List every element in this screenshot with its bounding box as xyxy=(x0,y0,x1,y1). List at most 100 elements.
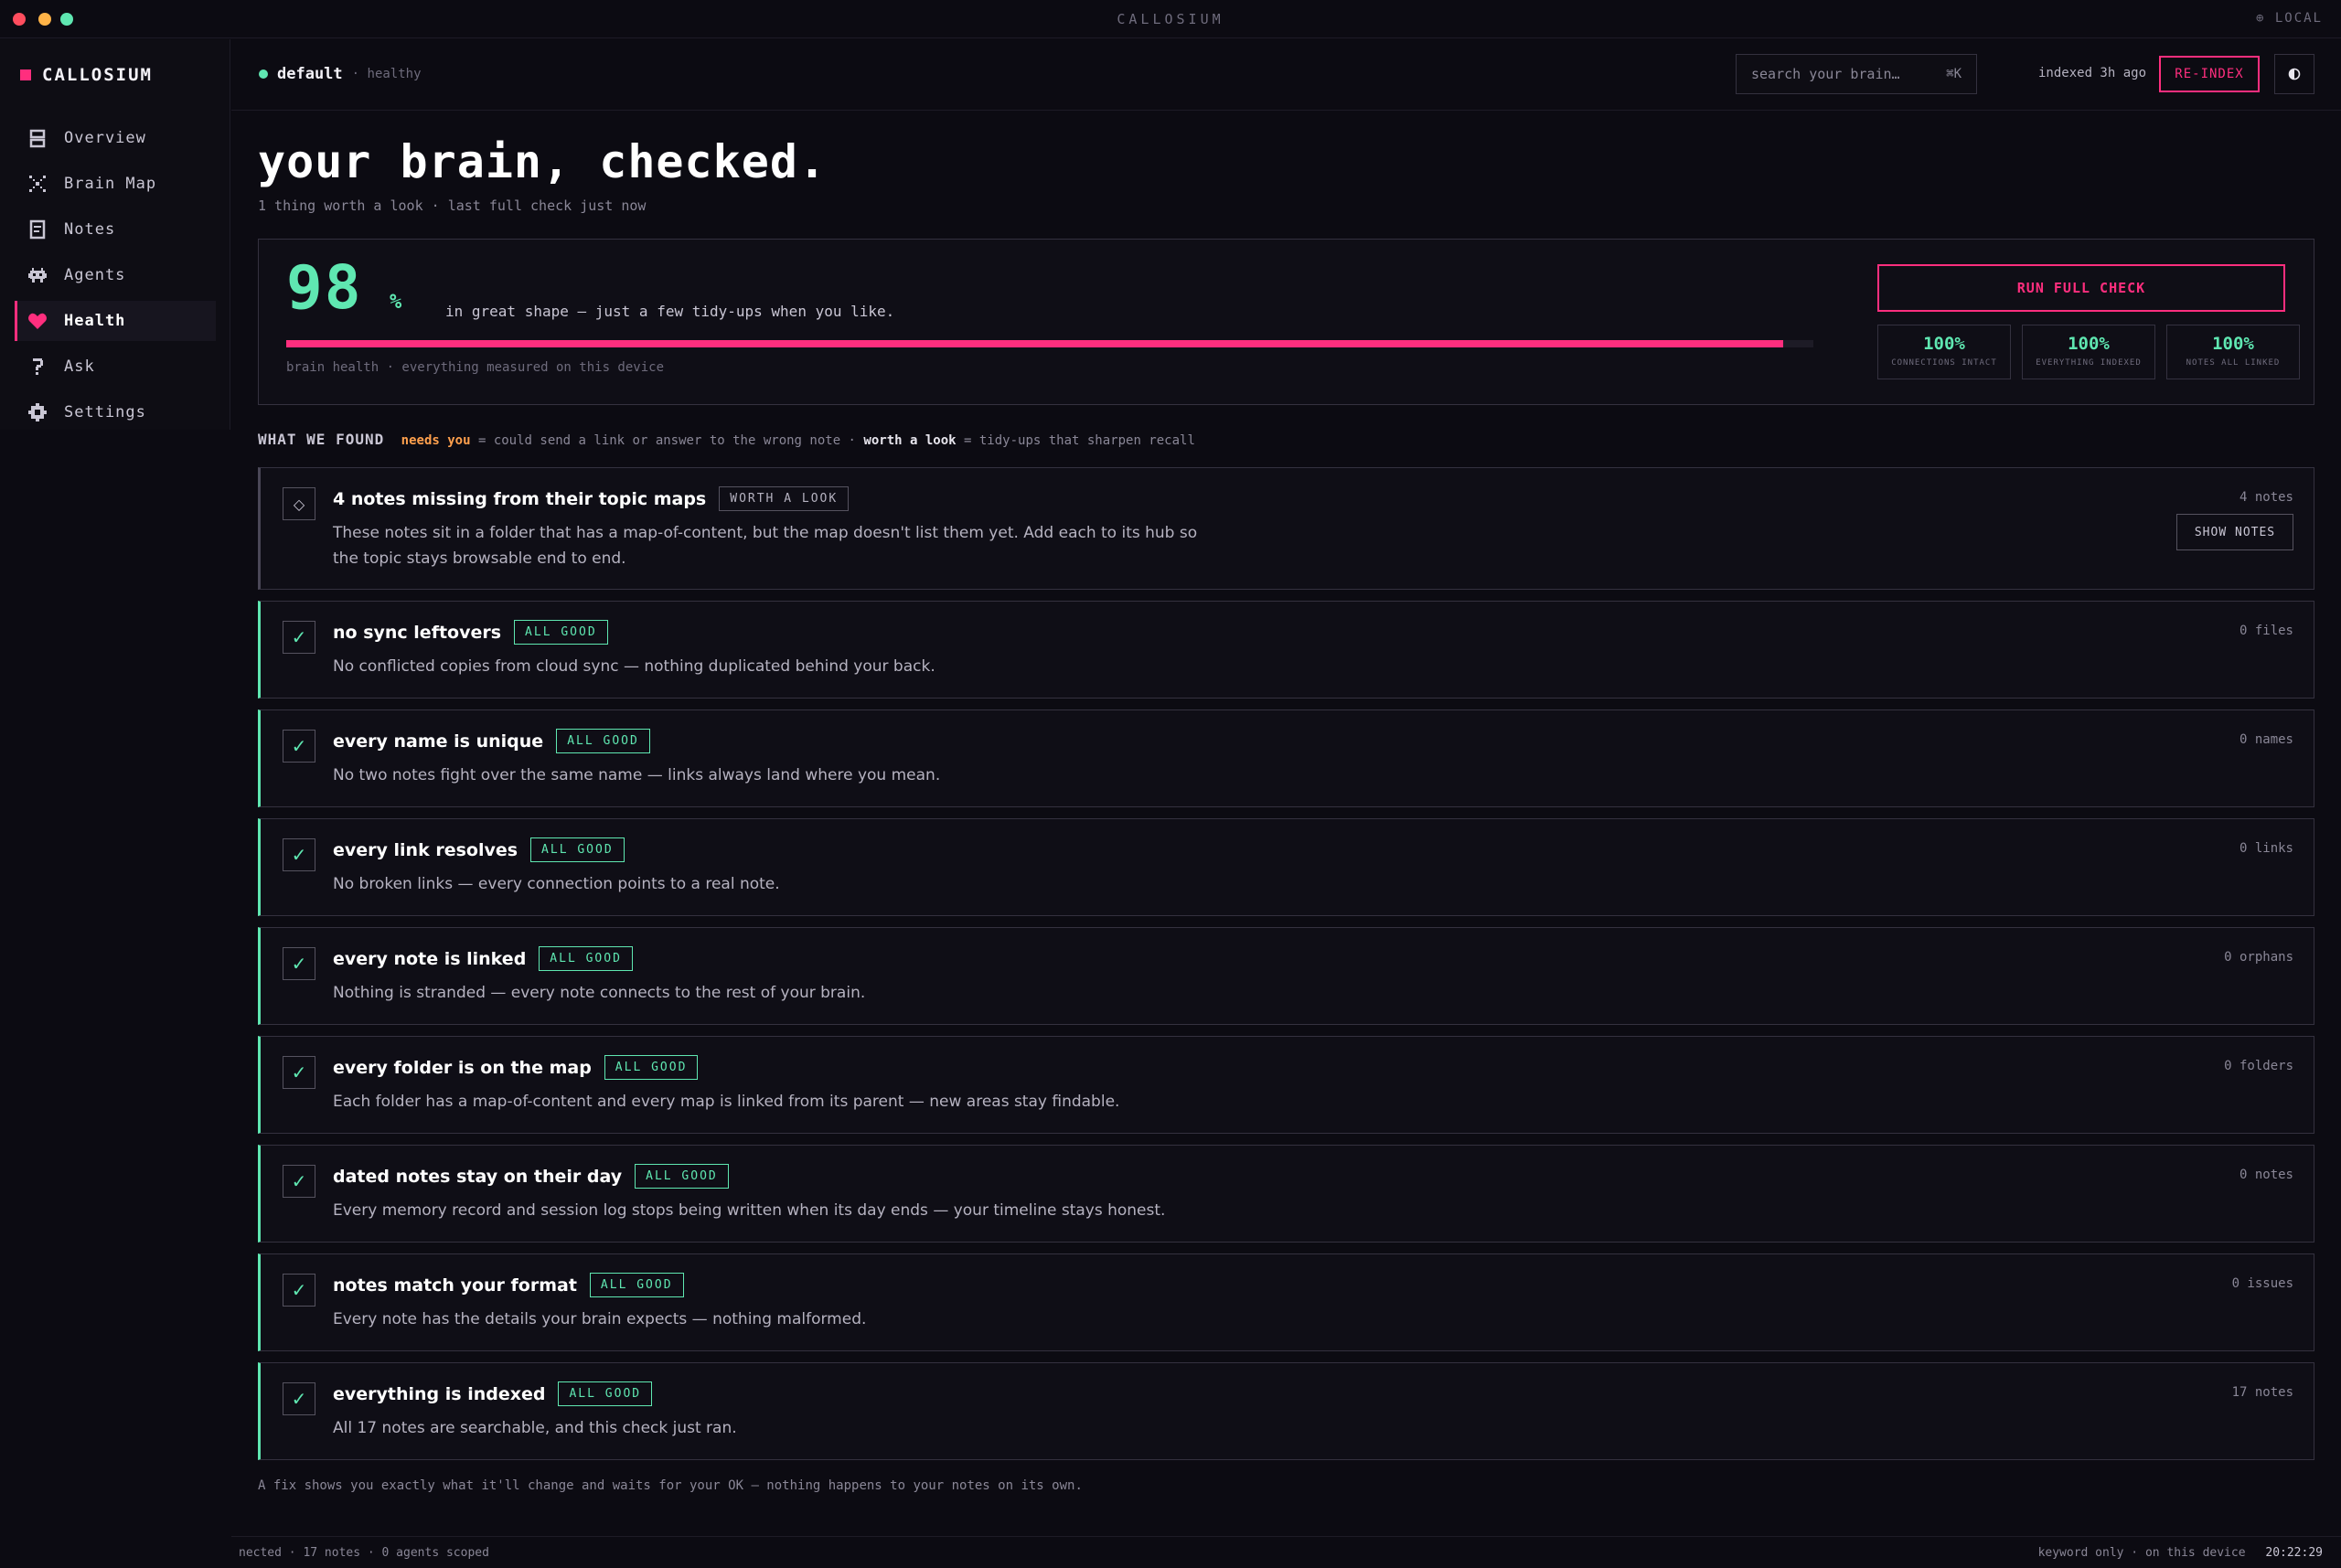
status-badge: ALL GOOD xyxy=(558,1381,653,1406)
legend-needs-desc: = could send a link or answer to the wro… xyxy=(477,433,856,448)
sidebar-item-label: Overview xyxy=(64,129,146,147)
status-badge: ALL GOOD xyxy=(604,1055,699,1080)
check-card-sync: ✓ no sync leftovers ALL GOOD No conflict… xyxy=(258,601,2314,699)
check-description: No two notes fight over the same name — … xyxy=(333,766,941,784)
check-count: 0 notes xyxy=(2239,1168,2293,1182)
check-count: 0 links xyxy=(2239,841,2293,856)
sidebar-item-label: Ask xyxy=(64,357,95,376)
health-progress-bar xyxy=(286,340,1813,347)
stat-indexed: 100% EVERYTHING INDEXED xyxy=(2022,325,2155,379)
status-badge: ALL GOOD xyxy=(539,946,633,971)
check-count: 17 notes xyxy=(2231,1385,2293,1400)
sidebar-item-label: Brain Map xyxy=(64,175,157,193)
check-icon: ✓ xyxy=(283,1056,315,1089)
sidebar-item-settings[interactable]: Settings xyxy=(15,392,216,432)
check-description: No broken links — every connection point… xyxy=(333,875,780,893)
window-title-bar: CALLOSIUM ⊕ LOCAL xyxy=(0,0,2341,38)
notes-icon xyxy=(29,219,46,240)
globe-icon: ⊕ xyxy=(2255,11,2266,26)
theme-toggle-button[interactable] xyxy=(2274,54,2314,94)
check-title: every link resolves xyxy=(333,839,518,860)
sidebar-nav: Overview Brain Map Notes Agents Health A… xyxy=(15,118,216,438)
check-icon: ✓ xyxy=(283,947,315,980)
index-status: indexed 3h ago xyxy=(2038,66,2147,80)
status-right: keyword only · on this device 20:22:29 xyxy=(2038,1546,2323,1560)
check-title: no sync leftovers xyxy=(333,622,502,643)
vault-status: · healthy xyxy=(351,67,422,81)
sidebar-item-notes[interactable]: Notes xyxy=(15,209,216,250)
page-subtitle: 1 thing worth a look · last full check j… xyxy=(258,197,647,214)
search-input[interactable] xyxy=(1751,66,1934,82)
sidebar-item-overview[interactable]: Overview xyxy=(15,118,216,158)
check-icon: ✓ xyxy=(283,730,315,763)
sidebar-item-label: Health xyxy=(64,312,126,330)
legend-needs-you: needs you xyxy=(401,433,471,448)
run-full-check-button[interactable]: RUN FULL CHECK xyxy=(1877,264,2285,312)
overview-icon xyxy=(29,129,46,148)
health-progress-fill xyxy=(286,340,1783,347)
brand-logo-icon xyxy=(20,69,31,80)
sidebar-item-label: Agents xyxy=(64,266,126,284)
vault-selector[interactable]: default · healthy xyxy=(259,65,422,83)
status-badge: ALL GOOD xyxy=(530,837,625,862)
status-bar: nected · 17 notes · 0 agents scoped keyw… xyxy=(231,1536,2341,1568)
check-count: 0 issues xyxy=(2231,1276,2293,1291)
check-icon: ✓ xyxy=(283,1165,315,1198)
check-card-dated-notes: ✓ dated notes stay on their day ALL GOOD… xyxy=(258,1145,2314,1243)
brand: CALLOSIUM xyxy=(20,65,153,85)
health-score-description: in great shape — just a few tidy-ups whe… xyxy=(445,303,895,320)
window-title: CALLOSIUM xyxy=(1117,11,1224,27)
stat-label: CONNECTIONS INTACT xyxy=(1891,358,1997,368)
sidebar-item-agents[interactable]: Agents xyxy=(15,255,216,295)
status-dot-icon xyxy=(259,69,268,79)
sidebar-item-label: Settings xyxy=(64,403,146,421)
heart-icon xyxy=(28,313,47,329)
check-card-folders: ✓ every folder is on the map ALL GOOD Ea… xyxy=(258,1036,2314,1134)
stat-value: 100% xyxy=(2068,334,2110,354)
sidebar: CALLOSIUM Overview Brain Map Notes Agent… xyxy=(0,39,230,430)
status-badge: ALL GOOD xyxy=(635,1164,729,1189)
check-title: dated notes stay on their day xyxy=(333,1166,623,1187)
status-summary: nected · 17 notes · 0 agents scoped xyxy=(239,1546,489,1560)
check-count: 0 orphans xyxy=(2224,950,2293,965)
findings-heading: WHAT WE FOUND xyxy=(258,431,385,448)
legend-worth-desc: = tidy-ups that sharpen recall xyxy=(964,433,1195,448)
show-notes-button[interactable]: SHOW NOTES xyxy=(2176,514,2293,550)
stat-linked: 100% NOTES ALL LINKED xyxy=(2166,325,2300,379)
sidebar-item-brain-map[interactable]: Brain Map xyxy=(15,164,216,204)
agents-icon xyxy=(28,268,47,283)
status-badge: ALL GOOD xyxy=(556,729,650,753)
stat-connections: 100% CONNECTIONS INTACT xyxy=(1877,325,2011,379)
check-card-links: ✓ every link resolves ALL GOOD No broken… xyxy=(258,818,2314,916)
fix-disclaimer: A fix shows you exactly what it'll chang… xyxy=(258,1478,1083,1493)
check-count: 4 notes xyxy=(2239,490,2293,505)
check-card-format: ✓ notes match your format ALL GOOD Every… xyxy=(258,1253,2314,1351)
gear-icon xyxy=(28,403,47,421)
check-description: Nothing is stranded — every note connect… xyxy=(333,984,866,1002)
question-icon xyxy=(33,358,43,375)
health-score-value: 98 xyxy=(286,252,363,323)
health-score-caption: brain health · everything measured on th… xyxy=(286,360,665,375)
brand-name: CALLOSIUM xyxy=(42,65,153,85)
stat-label: EVERYTHING INDEXED xyxy=(2036,358,2142,368)
status-badge: ALL GOOD xyxy=(589,1273,684,1297)
check-icon: ✓ xyxy=(283,621,315,654)
reindex-button[interactable]: RE-INDEX xyxy=(2159,56,2260,92)
brain-map-icon xyxy=(29,176,46,192)
health-score-card: 98 % in great shape — just a few tidy-up… xyxy=(258,239,2314,405)
check-icon: ✓ xyxy=(283,1274,315,1307)
check-description: No conflicted copies from cloud sync — n… xyxy=(333,657,935,676)
mode-indicator: ⊕ LOCAL xyxy=(2255,11,2323,26)
clock: 20:22:29 xyxy=(2265,1546,2323,1560)
status-badge: ALL GOOD xyxy=(514,620,608,645)
search-mode: keyword only · on this device xyxy=(2037,1546,2246,1560)
diamond-icon: ◇ xyxy=(283,487,315,520)
page-title: your brain, checked. xyxy=(258,135,828,188)
sidebar-item-health[interactable]: Health xyxy=(15,301,216,341)
check-icon: ✓ xyxy=(283,838,315,871)
search-box[interactable]: ⌘K xyxy=(1736,54,1977,94)
findings-legend: WHAT WE FOUND needs you = could send a l… xyxy=(258,431,1195,448)
sidebar-item-ask[interactable]: Ask xyxy=(15,347,216,387)
check-description: Each folder has a map-of-content and eve… xyxy=(333,1093,1120,1111)
vault-name: default xyxy=(277,65,343,83)
